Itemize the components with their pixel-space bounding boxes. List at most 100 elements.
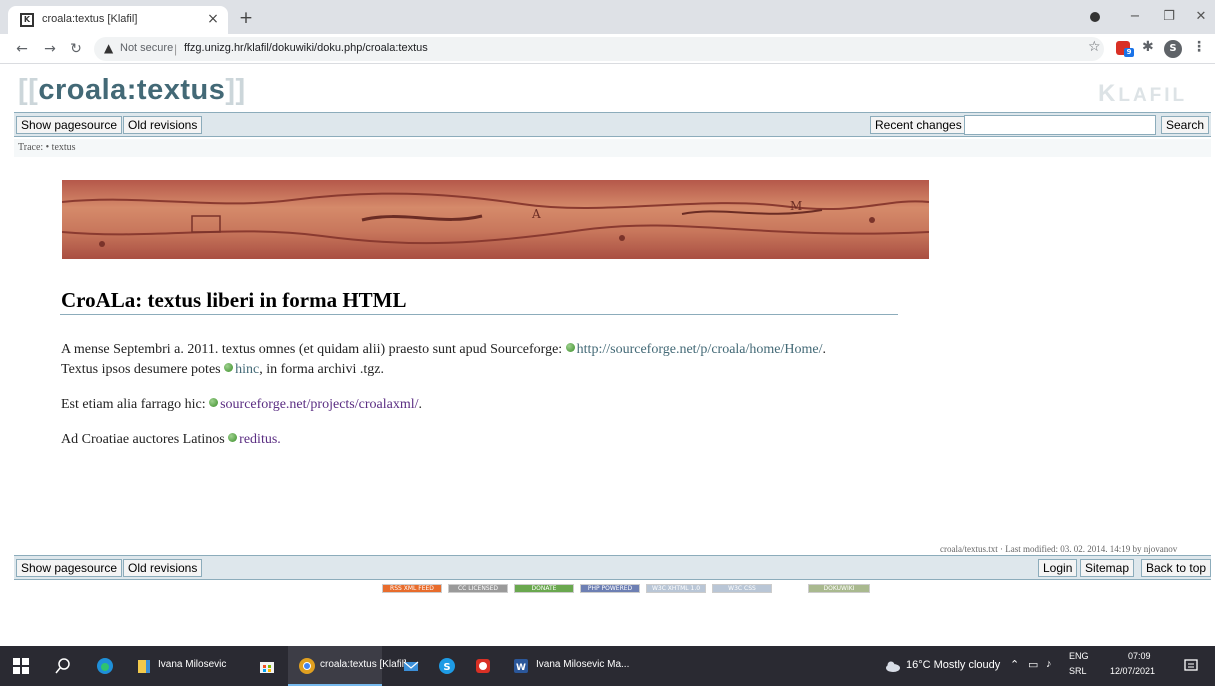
search-input[interactable]: [964, 115, 1156, 135]
bottom-action-bar: Show pagesource Old revisions Login Site…: [14, 555, 1212, 580]
not-secure-label[interactable]: Not secure: [120, 42, 173, 54]
footer-old-revisions-button[interactable]: Old revisions: [123, 559, 203, 577]
tray-volume-icon[interactable]: ♪: [1046, 658, 1052, 670]
svg-text:A: A: [531, 207, 541, 221]
sitemap-button[interactable]: Sitemap: [1080, 559, 1135, 577]
p1-text-b: .: [822, 342, 827, 357]
paragraph-4: Ad Croatiae auctores Latinos reditus.: [61, 430, 281, 450]
close-window-icon[interactable]: ✕: [1190, 8, 1212, 26]
minimize-icon[interactable]: −: [1124, 8, 1146, 26]
word-icon[interactable]: W: [512, 657, 530, 675]
warning-icon[interactable]: ▲: [104, 41, 113, 55]
skype-icon[interactable]: S: [438, 657, 456, 675]
taskbar-item-word[interactable]: Ivana Milosevic Ma...: [536, 659, 629, 670]
title-bracket-open: [[: [18, 74, 39, 106]
browser-tab[interactable]: K croala:textus [Klafil] ×: [8, 6, 228, 34]
forward-arrow-icon[interactable]: →: [40, 39, 60, 59]
url-text[interactable]: ffzg.unizg.hr/klafil/dokuwiki/doku.php/c…: [184, 42, 428, 54]
external-link-globe-icon: [565, 343, 575, 352]
logo-rest: LAFIL: [1118, 85, 1188, 106]
php-powered-badge[interactable]: PHP POWERED: [580, 584, 640, 593]
edge-browser-icon[interactable]: [96, 657, 114, 675]
extensions-puzzle-icon[interactable]: ✱: [1142, 39, 1154, 55]
page-title[interactable]: [[croala:textus]]: [18, 74, 246, 107]
croalaxml-link[interactable]: sourceforge.net/projects/croalaxml/: [220, 397, 418, 412]
taskbar-item-explorer[interactable]: Ivana Milosevic: [158, 659, 226, 670]
sourceforge-home-link[interactable]: http://sourceforge.net/p/croala/home/Hom…: [577, 342, 823, 357]
page-title-text[interactable]: croala:textus: [38, 74, 225, 106]
dokuwiki-badge[interactable]: DOKUWIKI: [808, 584, 870, 593]
clock-date[interactable]: 12/07/2021: [1110, 666, 1155, 676]
rss-feed-badge[interactable]: RSS XML FEED: [382, 584, 442, 593]
p3-text-b: .: [418, 397, 423, 412]
store-icon[interactable]: [258, 657, 276, 675]
site-favicon-icon: K: [20, 13, 34, 27]
omnibox-separator: |: [174, 42, 178, 56]
old-revisions-button[interactable]: Old revisions: [123, 116, 203, 134]
site-logo[interactable]: KLAFIL: [1098, 80, 1187, 108]
back-arrow-icon[interactable]: ←: [12, 39, 32, 59]
file-explorer-icon[interactable]: [136, 657, 154, 675]
donate-badge[interactable]: DONATE: [514, 584, 574, 593]
external-link-globe-icon: [224, 363, 234, 372]
language-bottom[interactable]: SRL: [1069, 666, 1087, 676]
extension-badge: 9: [1124, 48, 1134, 57]
bookmark-star-icon[interactable]: ☆: [1088, 39, 1101, 55]
paragraph-3: Est etiam alia farrago hic: sourceforge.…: [61, 395, 422, 415]
page-heading: CroALa: textus liberi in forma HTML: [61, 288, 407, 312]
show-pagesource-button[interactable]: Show pagesource: [16, 116, 123, 134]
weather-cloud-icon[interactable]: [884, 657, 902, 675]
recent-changes-button[interactable]: Recent changes: [870, 116, 967, 134]
language-top[interactable]: ENG: [1069, 651, 1089, 661]
browser-toolbar: ← → ↻ ▲ Not secure | ffzg.unizg.hr/klafi…: [0, 34, 1215, 64]
chrome-icon[interactable]: [298, 657, 316, 675]
cc-license-badge[interactable]: CC LICENSED: [448, 584, 508, 593]
back-to-top-button[interactable]: Back to top: [1141, 559, 1212, 577]
search-button[interactable]: Search: [1161, 116, 1210, 134]
clock-time[interactable]: 07:09: [1128, 651, 1151, 661]
p2-text-a: Textus ipsos desumere potes: [61, 362, 225, 377]
menu-kebab-icon[interactable]: ⋮: [1192, 39, 1206, 55]
profile-avatar[interactable]: S: [1164, 40, 1182, 58]
tab-title: croala:textus [Klafil]: [42, 13, 138, 25]
maximize-icon[interactable]: ❐: [1158, 8, 1180, 26]
tray-network-icon[interactable]: ▭: [1028, 658, 1038, 671]
svg-text:S: S: [443, 662, 450, 673]
reload-icon[interactable]: ↻: [66, 39, 86, 59]
heading-divider: [60, 314, 898, 315]
p1-text-a: A mense Septembri a. 2011. textus omnes …: [61, 342, 566, 357]
svg-text:W: W: [516, 663, 526, 673]
paragraph-1: A mense Septembri a. 2011. textus omnes …: [61, 340, 826, 360]
taskbar-item-chrome[interactable]: croala:textus [Klafil]...: [320, 659, 415, 670]
tray-chevron-icon[interactable]: ⌃: [1010, 658, 1019, 671]
logo-first-letter: K: [1098, 80, 1119, 107]
search-icon[interactable]: [54, 657, 72, 675]
login-button[interactable]: Login: [1038, 559, 1078, 577]
new-tab-icon[interactable]: +: [236, 8, 256, 28]
last-modified-info: croala/textus.txt · Last modified: 03. 0…: [940, 544, 1178, 554]
notifications-icon[interactable]: [1182, 657, 1200, 675]
top-action-bar: Show pagesource Old revisions Recent cha…: [14, 112, 1211, 137]
title-bracket-close: ]]: [225, 74, 246, 106]
p3-text-a: Est etiam alia farrago hic:: [61, 397, 210, 412]
breadcrumb[interactable]: Trace: • textus: [14, 139, 1211, 157]
hinc-link[interactable]: hinc: [235, 362, 259, 377]
svg-text:M: M: [790, 199, 802, 213]
address-bar[interactable]: ▲ Not secure | ffzg.unizg.hr/klafil/doku…: [94, 37, 1104, 61]
mail-icon[interactable]: [402, 657, 420, 675]
w3c-css-badge[interactable]: W3C CSS: [712, 584, 772, 593]
map-banner-image: A M: [62, 180, 929, 259]
weather-text[interactable]: 16°C Mostly cloudy: [906, 659, 1000, 671]
taskbar: Ivana Milosevic croala:textus [Klafil]..…: [0, 646, 1215, 686]
tab-strip: K croala:textus [Klafil] × + − ❐ ✕: [0, 0, 1215, 34]
w3c-xhtml-badge[interactable]: W3C XHTML 1.0: [646, 584, 706, 593]
close-tab-icon[interactable]: ×: [204, 10, 222, 28]
external-link-globe-icon: [209, 398, 219, 407]
p2-text-b: , in forma archivi .tgz.: [259, 362, 385, 377]
reditus-link[interactable]: reditus: [239, 432, 277, 447]
app-red-icon[interactable]: [474, 657, 492, 675]
p4-text-b: .: [277, 432, 281, 447]
footer-show-pagesource-button[interactable]: Show pagesource: [16, 559, 123, 577]
profile-indicator-icon[interactable]: [1090, 12, 1100, 22]
windows-start-icon[interactable]: [12, 657, 30, 675]
